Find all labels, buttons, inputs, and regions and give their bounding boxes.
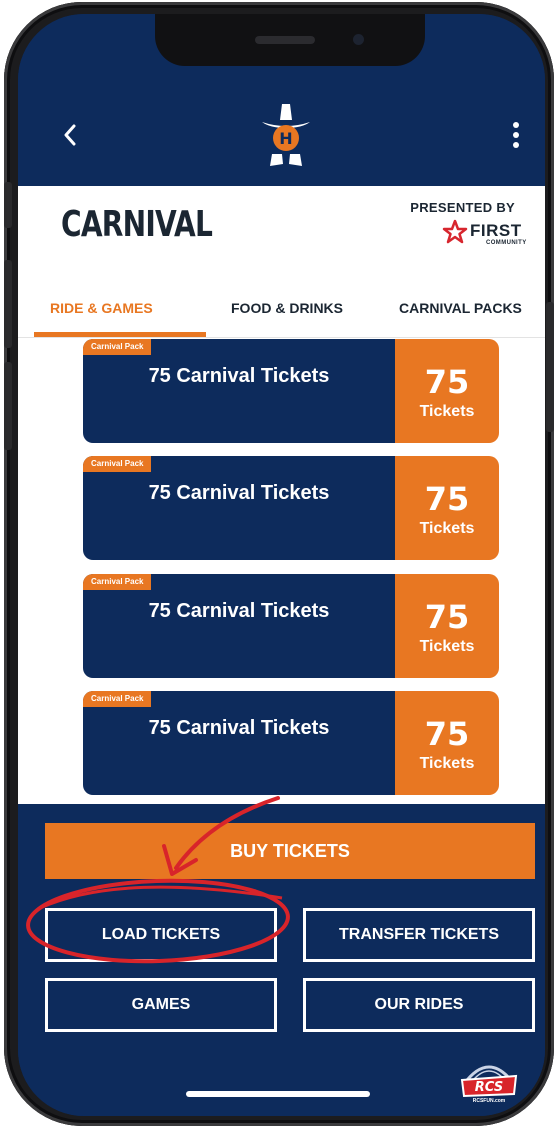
- front-camera: [353, 34, 364, 45]
- card-title: 75 Carnival Tickets: [148, 717, 330, 739]
- card-unit: Tickets: [419, 638, 475, 655]
- card-quantity: 75: [424, 598, 470, 636]
- back-button[interactable]: [56, 118, 84, 152]
- pack-badge: Carnival Pack: [83, 691, 152, 707]
- pack-badge: Carnival Pack: [83, 456, 152, 472]
- buy-tickets-button[interactable]: BUY TICKETS: [45, 823, 535, 879]
- card-main: Carnival Pack 75 Carnival Tickets: [83, 574, 395, 678]
- card-title: 75 Carnival Tickets: [148, 365, 330, 387]
- rcs-brand-text: RCS: [475, 1080, 503, 1095]
- card-main: Carnival Pack 75 Carnival Tickets: [83, 456, 395, 560]
- cowboy-hat-boots-logo: H: [262, 104, 310, 166]
- card-quantity-panel: 75 Tickets: [395, 339, 499, 443]
- sponsor-name: FIRST: [470, 221, 522, 240]
- pack-badge: Carnival Pack: [83, 574, 152, 590]
- load-tickets-button[interactable]: LOAD TICKETS: [45, 908, 277, 962]
- more-dot: [513, 142, 519, 148]
- card-unit: Tickets: [419, 520, 475, 537]
- transfer-tickets-button[interactable]: TRANSFER TICKETS: [303, 908, 535, 962]
- sponsor-logo: FIRST COMMUNITY: [442, 219, 532, 249]
- card-quantity: 75: [424, 715, 470, 753]
- page-title: CARNIVAL: [61, 204, 213, 245]
- notch: [155, 14, 425, 66]
- more-menu-button[interactable]: [506, 118, 526, 152]
- card-title: 75 Carnival Tickets: [148, 600, 330, 622]
- tab-ride-games[interactable]: RIDE & GAMES: [50, 300, 153, 316]
- ticket-list[interactable]: Carnival Pack 75 Carnival Tickets 75 Tic…: [18, 338, 545, 804]
- card-unit: Tickets: [419, 755, 475, 772]
- ticket-card[interactable]: Carnival Pack 75 Carnival Tickets 75 Tic…: [83, 691, 499, 795]
- rcs-logo: RCS RCSFUN.com: [460, 1065, 518, 1104]
- svg-text:H: H: [279, 129, 292, 148]
- sponsor-label: PRESENTED BY: [410, 200, 515, 215]
- category-tabs: RIDE & GAMES FOOD & DRINKS CARNIVAL PACK…: [18, 276, 545, 338]
- games-button[interactable]: GAMES: [45, 978, 277, 1032]
- ticket-card[interactable]: Carnival Pack 75 Carnival Tickets 75 Tic…: [83, 574, 499, 678]
- tab-carnival-packs[interactable]: CARNIVAL PACKS: [399, 300, 522, 316]
- our-rides-button[interactable]: OUR RIDES: [303, 978, 535, 1032]
- ticket-card[interactable]: Carnival Pack 75 Carnival Tickets 75 Tic…: [83, 456, 499, 560]
- phone-frame: H CARNIVAL PRESENTED BY FIRST COMMUNITY …: [4, 2, 554, 1126]
- rcs-brand-url: RCSFUN.com: [473, 1098, 506, 1104]
- more-vertical-icon: [513, 122, 519, 128]
- card-quantity-panel: 75 Tickets: [395, 456, 499, 560]
- volume-up-button: [4, 260, 12, 348]
- ticket-card[interactable]: Carnival Pack 75 Carnival Tickets 75 Tic…: [83, 339, 499, 443]
- power-button: [546, 302, 554, 432]
- home-indicator[interactable]: [186, 1091, 370, 1097]
- volume-down-button: [4, 362, 12, 450]
- more-dot: [513, 132, 519, 138]
- card-quantity-panel: 75 Tickets: [395, 574, 499, 678]
- pack-badge: Carnival Pack: [83, 339, 152, 355]
- mute-switch: [4, 182, 12, 228]
- speaker: [255, 36, 315, 44]
- sponsor-subname: COMMUNITY: [486, 240, 527, 246]
- card-quantity: 75: [424, 480, 470, 518]
- app-screen: H CARNIVAL PRESENTED BY FIRST COMMUNITY …: [18, 14, 545, 1116]
- card-quantity: 75: [424, 363, 470, 401]
- card-quantity-panel: 75 Tickets: [395, 691, 499, 795]
- card-unit: Tickets: [419, 403, 475, 420]
- star-icon: [442, 219, 468, 244]
- active-tab-indicator: [34, 332, 206, 337]
- tab-food-drinks[interactable]: FOOD & DRINKS: [231, 300, 343, 316]
- chevron-left-icon: [64, 124, 76, 146]
- card-main: Carnival Pack 75 Carnival Tickets: [83, 691, 395, 795]
- card-title: 75 Carnival Tickets: [148, 482, 330, 504]
- card-main: Carnival Pack 75 Carnival Tickets: [83, 339, 395, 443]
